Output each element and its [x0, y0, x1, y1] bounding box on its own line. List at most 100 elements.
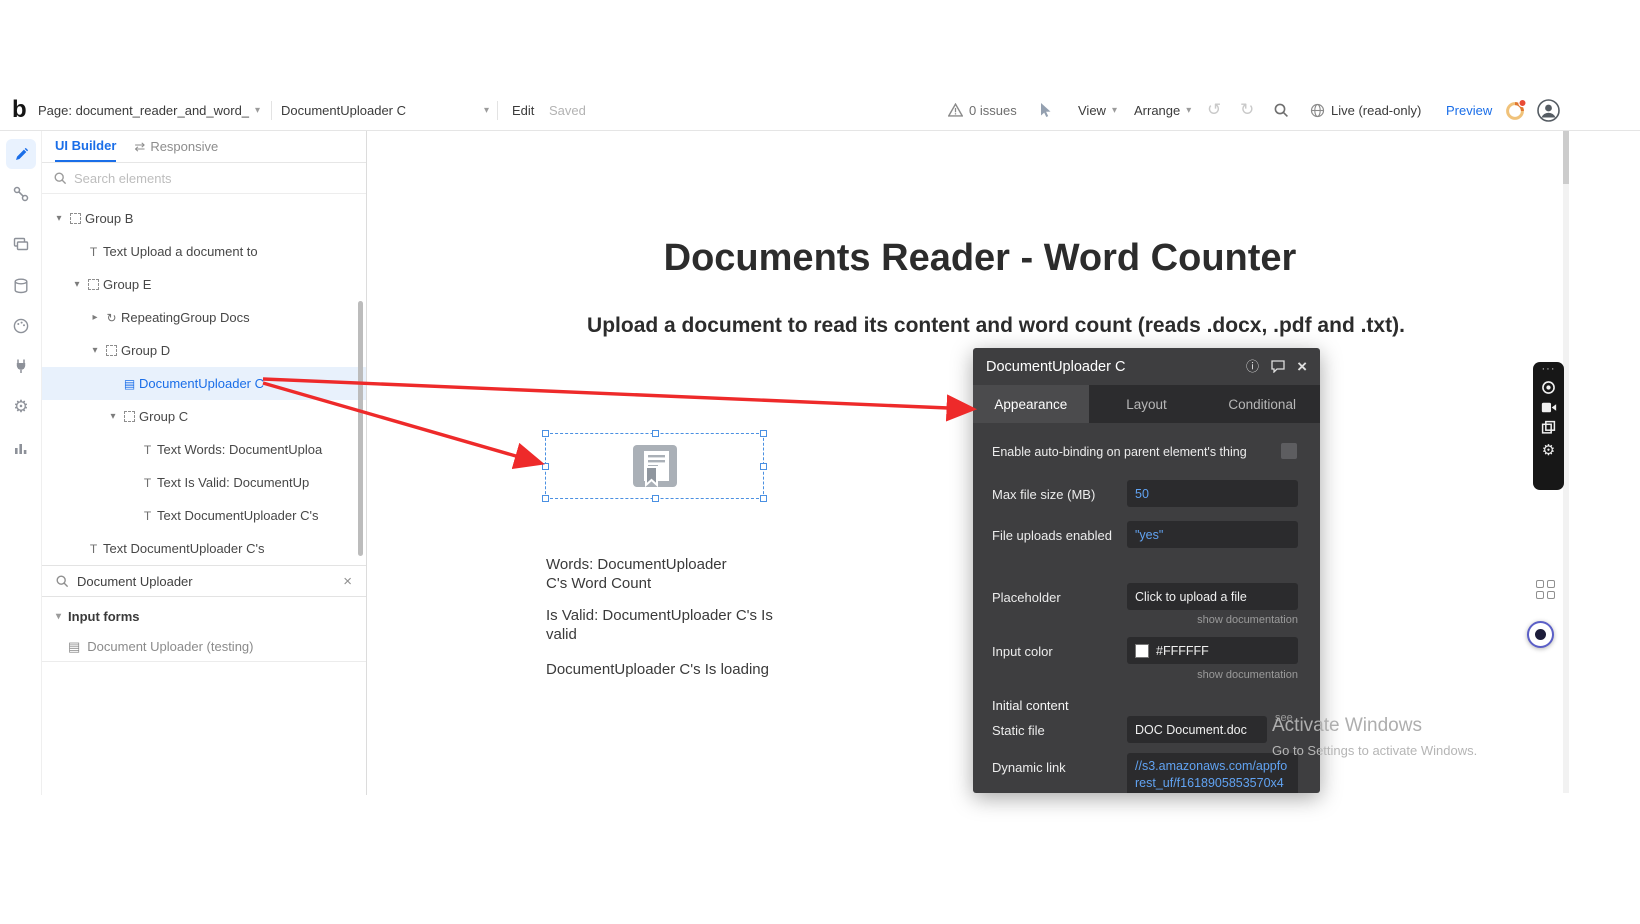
chevron-down-icon: ▾ [1112, 105, 1117, 116]
tree-item-text-words[interactable]: T Text Words: DocumentUploa [42, 433, 366, 466]
tab-ui-builder[interactable]: UI Builder [55, 131, 116, 162]
chart-icon [12, 439, 30, 457]
rail-data-tab[interactable] [6, 229, 36, 259]
video-camera-icon[interactable] [1541, 401, 1557, 414]
static-file-input[interactable]: DOC Document.doc [1127, 716, 1267, 743]
drag-handle-icon[interactable]: ··· [1542, 364, 1556, 374]
resize-handle-nw[interactable] [542, 430, 549, 437]
section-input-forms[interactable]: ▾ Input forms [42, 601, 366, 631]
workflow-icon [12, 185, 30, 203]
redo-icon: ↻ [1240, 100, 1254, 120]
page-selector[interactable]: Page: document_reader_and_word_ ▾ [38, 90, 260, 130]
text-icon: T [138, 509, 157, 523]
info-icon[interactable]: ⓘ [1246, 360, 1259, 373]
usage-meter-button[interactable] [1504, 90, 1528, 130]
resize-handle-n[interactable] [652, 430, 659, 437]
placeholder-value: Click to upload a file [1135, 590, 1247, 604]
rail-settings-tab[interactable]: ⚙ [6, 392, 36, 422]
caret-icon[interactable]: ▾ [70, 279, 84, 290]
assistant-widget-button[interactable] [1527, 621, 1554, 648]
selected-uploader-element[interactable] [545, 433, 764, 499]
resize-handle-e[interactable] [760, 463, 767, 470]
caret-icon[interactable]: ▾ [52, 213, 66, 224]
color-swatch[interactable] [1135, 644, 1149, 658]
panel-tabs: UI Builder ⇄ Responsive [42, 131, 366, 163]
tab-layout[interactable]: Layout [1089, 385, 1205, 423]
screens-icon[interactable] [1541, 420, 1556, 435]
show-documentation-link[interactable]: show documentation [1197, 614, 1298, 626]
gear-icon[interactable]: ⚙ [1542, 441, 1555, 459]
arrange-menu[interactable]: Arrange ▾ [1134, 90, 1191, 130]
tree-item-repeatinggroup-docs[interactable]: ▸ ↻ RepeatingGroup Docs [42, 301, 366, 334]
input-color-input[interactable]: #FFFFFF [1127, 637, 1298, 664]
resize-handle-w[interactable] [542, 463, 549, 470]
user-avatar[interactable] [1537, 90, 1560, 130]
view-menu[interactable]: View ▾ [1078, 90, 1117, 130]
pointer-tool-button[interactable] [1038, 90, 1052, 130]
redo-button[interactable]: ↻ [1240, 90, 1254, 130]
dynamic-link-input[interactable]: //s3.amazonaws.com/appforest_uf/f1618905… [1127, 753, 1298, 793]
element-selector[interactable]: DocumentUploader C ▾ [281, 90, 489, 130]
tree-item-documentuploader-c[interactable]: ▤ DocumentUploader C [42, 367, 366, 400]
property-editor-header[interactable]: DocumentUploader C ⓘ × [973, 348, 1320, 385]
search-elements-input[interactable] [74, 171, 324, 186]
clear-filter-icon[interactable]: × [343, 573, 352, 590]
rail-plugins-tab[interactable] [6, 351, 36, 381]
apps-grid-button[interactable] [1536, 580, 1556, 600]
grid-square [1547, 580, 1555, 588]
tree-item-text-upload[interactable]: T Text Upload a document to [42, 235, 366, 268]
close-icon[interactable]: × [1297, 357, 1307, 377]
rail-database-tab[interactable] [6, 271, 36, 301]
edit-mode-button[interactable]: Edit [512, 90, 534, 130]
max-file-size-input[interactable]: 50 [1127, 480, 1298, 507]
caret-icon[interactable]: ▾ [106, 411, 120, 422]
tree-item-group-d[interactable]: ▾ Group D [42, 334, 366, 367]
canvas-text-isvalid: Is Valid: DocumentUploader C's Is valid [546, 606, 780, 644]
comment-icon[interactable] [1271, 360, 1285, 373]
gear-icon: ⚙ [13, 397, 28, 417]
search-button[interactable] [1274, 90, 1289, 130]
tree-item-label: Group E [103, 277, 151, 292]
rail-styles-tab[interactable] [6, 311, 36, 341]
issues-count: 0 issues [969, 103, 1017, 118]
windows-watermark-line1: Activate Windows [1272, 715, 1422, 737]
tree-item-group-c[interactable]: ▾ Group C [42, 400, 366, 433]
rail-workflow-tab[interactable] [6, 179, 36, 209]
tree-item-text-is-valid[interactable]: T Text Is Valid: DocumentUp [42, 466, 366, 499]
undo-button[interactable]: ↺ [1207, 90, 1221, 130]
static-file-label: Static file [992, 723, 1045, 738]
caret-icon[interactable]: ▾ [88, 345, 102, 356]
resize-handle-se[interactable] [760, 495, 767, 502]
resize-handle-sw[interactable] [542, 495, 549, 502]
preview-button[interactable]: Preview [1446, 90, 1492, 130]
file-uploads-enabled-input[interactable]: "yes" [1127, 521, 1298, 548]
rail-logs-tab[interactable] [6, 433, 36, 463]
resize-handle-s[interactable] [652, 495, 659, 502]
tree-item-text-documentuploader-2[interactable]: T Text DocumentUploader C's [42, 532, 366, 565]
text-icon: T [84, 245, 103, 259]
caret-icon[interactable]: ▸ [88, 312, 102, 323]
tab-appearance[interactable]: Appearance [973, 385, 1089, 423]
resize-handle-ne[interactable] [760, 430, 767, 437]
placeholder-input[interactable]: Click to upload a file [1127, 583, 1298, 610]
issues-button[interactable]: 0 issues [948, 90, 1017, 130]
responsive-icon: ⇄ [134, 139, 145, 155]
autobind-checkbox[interactable] [1281, 443, 1297, 459]
database-icon [12, 277, 30, 295]
bubble-logo[interactable]: b [12, 90, 27, 130]
rail-design-tab[interactable] [6, 139, 36, 169]
tab-conditional[interactable]: Conditional [1204, 385, 1320, 423]
palette-filter-input[interactable] [77, 574, 335, 589]
tree-item-label: Group D [121, 343, 170, 358]
palette-item-document-uploader[interactable]: ▤ Document Uploader (testing) [42, 632, 366, 662]
tree-item-group-e[interactable]: ▾ Group E [42, 268, 366, 301]
tree-item-group-b[interactable]: ▾ Group B [42, 202, 366, 235]
camera-icon[interactable] [1541, 380, 1556, 395]
undo-icon: ↺ [1207, 100, 1221, 120]
tree-item-text-documentuploader[interactable]: T Text DocumentUploader C's [42, 499, 366, 532]
tree-scrollbar[interactable] [358, 301, 363, 556]
live-status[interactable]: Live (read-only) [1310, 90, 1421, 130]
tab-responsive[interactable]: ⇄ Responsive [134, 131, 218, 162]
show-documentation-link[interactable]: show documentation [1197, 669, 1298, 681]
tree-item-label: Group C [139, 409, 188, 424]
